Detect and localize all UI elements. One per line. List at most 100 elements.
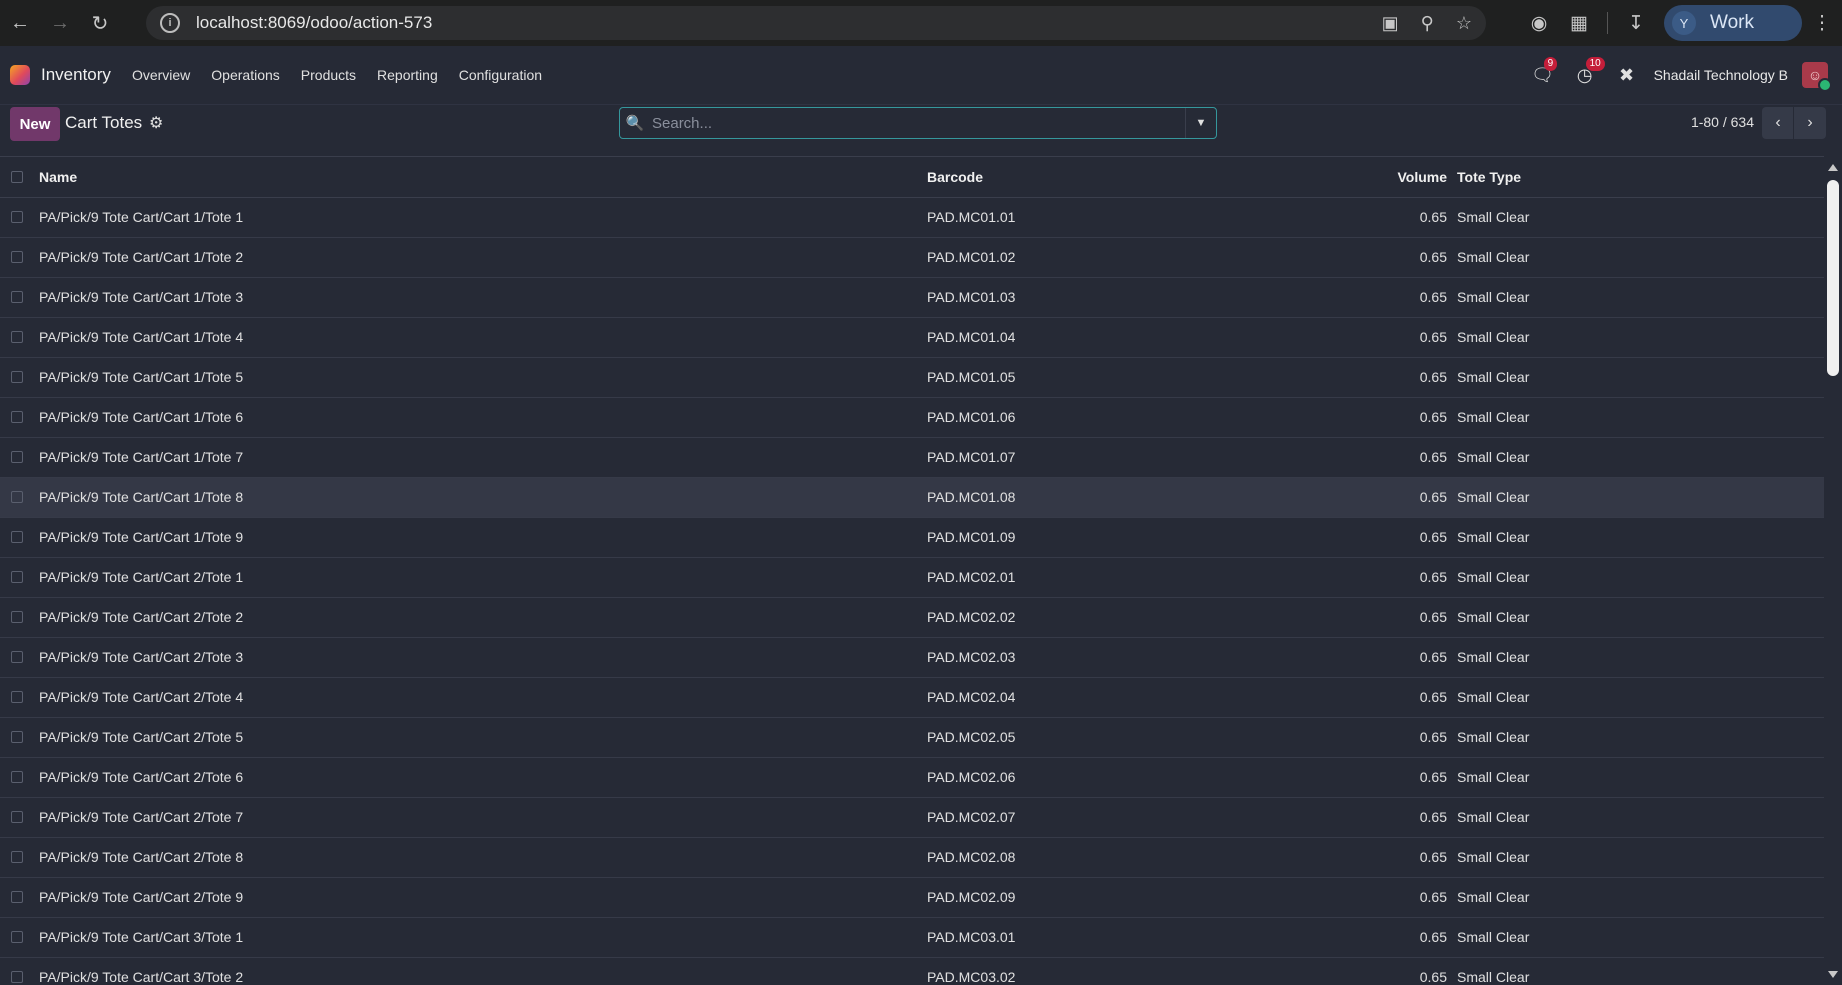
messages-button[interactable]: 🗨 9 — [1522, 56, 1564, 86]
row-checkbox[interactable] — [11, 531, 23, 543]
table-row[interactable]: PA/Pick/9 Tote Cart/Cart 1/Tote 3 PAD.MC0… — [0, 277, 1824, 317]
cell-volume[interactable]: 0.65 — [1335, 437, 1457, 477]
forward-arrow-icon[interactable]: → — [40, 0, 80, 46]
cell-tote-type[interactable]: Small Clear — [1457, 677, 1723, 717]
cell-barcode[interactable]: PAD.MC01.01 — [927, 197, 1335, 237]
address-bar[interactable]: i localhost:8069/odoo/action-573 ▣ ⚲ ☆ — [146, 6, 1486, 40]
cell-tote-type[interactable]: Small Clear — [1457, 277, 1723, 317]
cell-barcode[interactable]: PAD.MC01.09 — [927, 517, 1335, 557]
table-row[interactable]: PA/Pick/9 Tote Cart/Cart 3/Tote 2 PAD.MC0… — [0, 957, 1824, 985]
row-checkbox[interactable] — [11, 651, 23, 663]
table-row[interactable]: PA/Pick/9 Tote Cart/Cart 2/Tote 9 PAD.MC0… — [0, 877, 1824, 917]
company-switcher[interactable]: Shadail Technology B — [1654, 67, 1788, 83]
cell-tote-type[interactable]: Small Clear — [1457, 357, 1723, 397]
cell-name[interactable]: PA/Pick/9 Tote Cart/Cart 2/Tote 3 — [39, 637, 927, 677]
table-row[interactable]: PA/Pick/9 Tote Cart/Cart 2/Tote 5 PAD.MC0… — [0, 717, 1824, 757]
cell-barcode[interactable]: PAD.MC02.07 — [927, 797, 1335, 837]
row-checkbox[interactable] — [11, 451, 23, 463]
cell-barcode[interactable]: PAD.MC01.06 — [927, 397, 1335, 437]
search-options-toggle[interactable]: ▼ — [1185, 108, 1216, 138]
cell-name[interactable]: PA/Pick/9 Tote Cart/Cart 2/Tote 4 — [39, 677, 927, 717]
row-checkbox[interactable] — [11, 971, 23, 983]
table-row[interactable]: PA/Pick/9 Tote Cart/Cart 3/Tote 1 PAD.MC0… — [0, 917, 1824, 957]
search-bar[interactable]: 🔍 ▼ — [619, 107, 1217, 139]
row-checkbox[interactable] — [11, 571, 23, 583]
cell-name[interactable]: PA/Pick/9 Tote Cart/Cart 1/Tote 9 — [39, 517, 927, 557]
cell-name[interactable]: PA/Pick/9 Tote Cart/Cart 1/Tote 8 — [39, 477, 927, 517]
cell-tote-type[interactable]: Small Clear — [1457, 837, 1723, 877]
cell-volume[interactable]: 0.65 — [1335, 677, 1457, 717]
app-name[interactable]: Inventory — [41, 65, 111, 85]
table-row[interactable]: PA/Pick/9 Tote Cart/Cart 1/Tote 6 PAD.MC0… — [0, 397, 1824, 437]
table-row[interactable]: PA/Pick/9 Tote Cart/Cart 1/Tote 8 PAD.MC0… — [0, 477, 1824, 517]
reload-icon[interactable]: ↻ — [80, 0, 120, 46]
cell-barcode[interactable]: PAD.MC02.09 — [927, 877, 1335, 917]
new-button[interactable]: New — [10, 107, 60, 141]
cell-tote-type[interactable]: Small Clear — [1457, 517, 1723, 557]
table-row[interactable]: PA/Pick/9 Tote Cart/Cart 2/Tote 4 PAD.MC0… — [0, 677, 1824, 717]
bookmark-star-icon[interactable]: ☆ — [1456, 13, 1472, 34]
cell-barcode[interactable]: PAD.MC01.07 — [927, 437, 1335, 477]
cell-volume[interactable]: 0.65 — [1335, 237, 1457, 277]
cell-volume[interactable]: 0.65 — [1335, 277, 1457, 317]
row-checkbox[interactable] — [11, 891, 23, 903]
cell-barcode[interactable]: PAD.MC01.05 — [927, 357, 1335, 397]
row-checkbox[interactable] — [11, 371, 23, 383]
column-header-volume[interactable]: Volume — [1335, 157, 1457, 197]
table-row[interactable]: PA/Pick/9 Tote Cart/Cart 1/Tote 2 PAD.MC0… — [0, 237, 1824, 277]
row-checkbox[interactable] — [11, 771, 23, 783]
row-checkbox[interactable] — [11, 291, 23, 303]
cell-volume[interactable]: 0.65 — [1335, 877, 1457, 917]
extensions-icon[interactable]: ▦ — [1559, 12, 1599, 35]
table-row[interactable]: PA/Pick/9 Tote Cart/Cart 2/Tote 3 PAD.MC0… — [0, 637, 1824, 677]
cell-tote-type[interactable]: Small Clear — [1457, 597, 1723, 637]
cell-barcode[interactable]: PAD.MC02.06 — [927, 757, 1335, 797]
cell-tote-type[interactable]: Small Clear — [1457, 637, 1723, 677]
cell-name[interactable]: PA/Pick/9 Tote Cart/Cart 2/Tote 6 — [39, 757, 927, 797]
pager-next-button[interactable]: › — [1793, 107, 1826, 139]
cell-name[interactable]: PA/Pick/9 Tote Cart/Cart 1/Tote 1 — [39, 197, 927, 237]
cell-tote-type[interactable]: Small Clear — [1457, 757, 1723, 797]
cell-barcode[interactable]: PAD.MC02.02 — [927, 597, 1335, 637]
back-arrow-icon[interactable]: ← — [0, 0, 40, 46]
cell-tote-type[interactable]: Small Clear — [1457, 957, 1723, 985]
cell-tote-type[interactable]: Small Clear — [1457, 397, 1723, 437]
cell-name[interactable]: PA/Pick/9 Tote Cart/Cart 1/Tote 6 — [39, 397, 927, 437]
row-checkbox[interactable] — [11, 851, 23, 863]
table-row[interactable]: PA/Pick/9 Tote Cart/Cart 1/Tote 5 PAD.MC0… — [0, 357, 1824, 397]
cell-volume[interactable]: 0.65 — [1335, 717, 1457, 757]
row-checkbox[interactable] — [11, 731, 23, 743]
row-checkbox[interactable] — [11, 491, 23, 503]
column-header-name[interactable]: Name — [39, 157, 927, 197]
cell-name[interactable]: PA/Pick/9 Tote Cart/Cart 2/Tote 7 — [39, 797, 927, 837]
cell-tote-type[interactable]: Small Clear — [1457, 237, 1723, 277]
cell-name[interactable]: PA/Pick/9 Tote Cart/Cart 1/Tote 4 — [39, 317, 927, 357]
browser-menu-icon[interactable]: ⋮ — [1802, 12, 1842, 35]
cell-tote-type[interactable]: Small Clear — [1457, 317, 1723, 357]
cell-volume[interactable]: 0.65 — [1335, 917, 1457, 957]
menu-configuration[interactable]: Configuration — [459, 67, 542, 83]
cell-volume[interactable]: 0.65 — [1335, 957, 1457, 985]
cell-name[interactable]: PA/Pick/9 Tote Cart/Cart 3/Tote 1 — [39, 917, 927, 957]
cell-barcode[interactable]: PAD.MC01.03 — [927, 277, 1335, 317]
cell-volume[interactable]: 0.65 — [1335, 397, 1457, 437]
pager-value[interactable]: 1-80 / 634 — [1691, 114, 1754, 130]
cell-volume[interactable]: 0.65 — [1335, 477, 1457, 517]
cell-tote-type[interactable]: Small Clear — [1457, 917, 1723, 957]
table-row[interactable]: PA/Pick/9 Tote Cart/Cart 1/Tote 1 PAD.MC0… — [0, 197, 1824, 237]
cell-name[interactable]: PA/Pick/9 Tote Cart/Cart 2/Tote 5 — [39, 717, 927, 757]
scrollbar-thumb[interactable] — [1827, 180, 1839, 376]
cell-name[interactable]: PA/Pick/9 Tote Cart/Cart 2/Tote 2 — [39, 597, 927, 637]
cell-volume[interactable]: 0.65 — [1335, 197, 1457, 237]
url-text[interactable]: localhost:8069/odoo/action-573 — [196, 13, 432, 33]
cell-volume[interactable]: 0.65 — [1335, 757, 1457, 797]
search-input[interactable] — [650, 113, 1185, 133]
column-header-barcode[interactable]: Barcode — [927, 157, 1335, 197]
debug-tools-button[interactable]: ✖ — [1606, 65, 1648, 86]
cell-volume[interactable]: 0.65 — [1335, 797, 1457, 837]
table-row[interactable]: PA/Pick/9 Tote Cart/Cart 2/Tote 8 PAD.MC0… — [0, 837, 1824, 877]
row-checkbox[interactable] — [11, 691, 23, 703]
cell-tote-type[interactable]: Small Clear — [1457, 437, 1723, 477]
cell-barcode[interactable]: PAD.MC02.05 — [927, 717, 1335, 757]
gear-icon[interactable]: ⚙ — [149, 113, 163, 133]
